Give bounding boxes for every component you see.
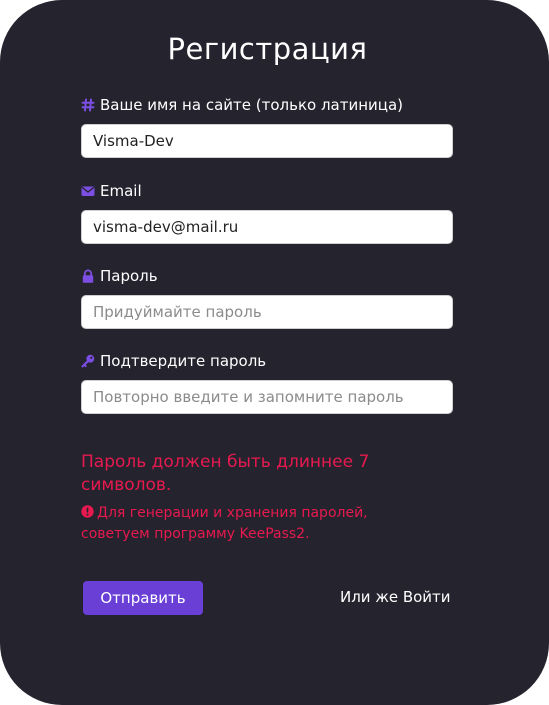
page-title: Регистрация [167,32,368,66]
confirm-password-label-text: Подтвердите пароль [100,352,267,370]
email-label: Email [81,182,142,200]
registration-card: Регистрация Ваше имя на сайте (только ла… [0,0,549,705]
username-label-text: Ваше имя на сайте (только латиница) [100,96,404,114]
email-input[interactable] [81,210,453,244]
username-input[interactable] [81,124,453,158]
password-label: Пароль [81,267,158,285]
password-length-error: Пароль должен быть длиннее 7 символов. [81,452,370,495]
lock-icon [81,269,95,283]
envelope-icon [81,184,95,198]
confirm-password-label: Подтвердите пароль [81,352,266,370]
key-icon [81,354,95,368]
hash-icon [81,98,95,112]
login-link[interactable]: Или же Войти [340,588,451,606]
password-input[interactable] [81,295,453,329]
email-label-text: Email [100,182,142,200]
username-label: Ваше имя на сайте (только латиница) [81,96,403,114]
exclamation-circle-icon [81,504,94,518]
password-manager-hint: Для генерации и хранения паролей, совету… [81,503,421,545]
password-manager-hint-text: Для генерации и хранения паролей, совету… [81,505,368,542]
password-label-text: Пароль [100,267,158,285]
confirm-password-input[interactable] [81,380,453,414]
submit-button[interactable]: Отправить [83,581,203,615]
